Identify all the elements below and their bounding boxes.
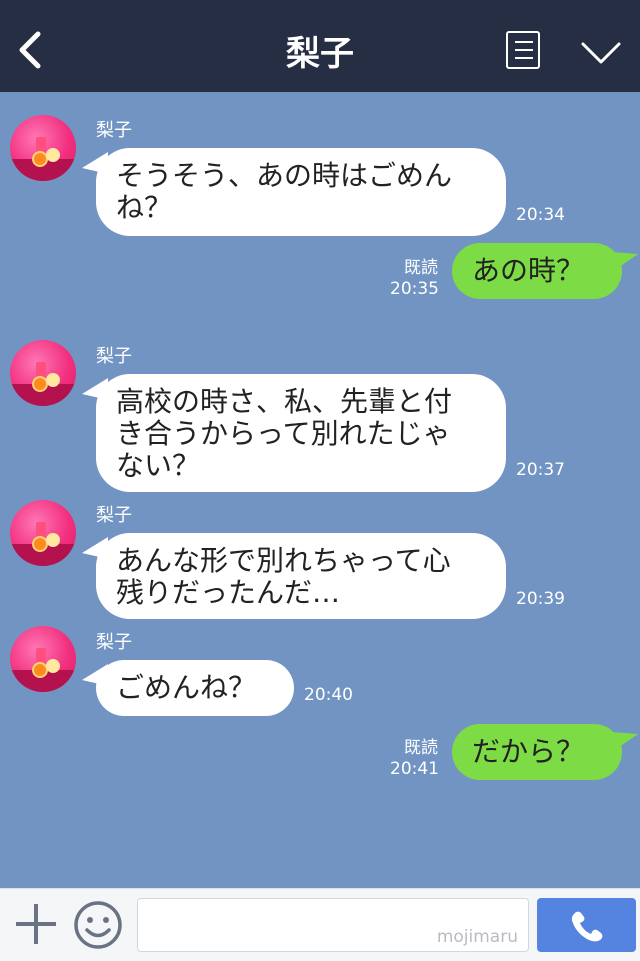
message-time: 20:40: [304, 685, 353, 705]
message-line: ごめんね？: [116, 671, 257, 704]
message-bubble[interactable]: あんな形で別れちゃって心 残りだったんだ…: [96, 533, 506, 619]
read-receipt: 既読 20:41: [390, 738, 439, 780]
message-line: だから？: [472, 735, 585, 768]
bubble-tail: [612, 252, 638, 272]
read-label: 既読: [404, 258, 438, 278]
chat-title: 梨子: [286, 34, 354, 74]
message-line: き合うからって別れたじゃ: [116, 417, 451, 450]
message-bubble[interactable]: 高校の時さ、私、先輩と付 き合うからって別れたじゃ ない？: [96, 374, 506, 492]
avatar[interactable]: [10, 500, 76, 566]
chat-area[interactable]: 梨子 そうそう、あの時はごめん ね？ 20:34 既読 20:35 あの時？ 梨…: [0, 92, 640, 888]
chevron-down-icon[interactable]: [580, 40, 622, 66]
phone-icon: [571, 911, 603, 942]
message-bubble[interactable]: ごめんね？: [96, 660, 294, 716]
message-line: 高校の時さ、私、先輩と付: [116, 385, 453, 418]
smiley-icon[interactable]: [72, 899, 124, 951]
message-line: ない？: [116, 449, 201, 482]
read-receipt: 既読 20:35: [390, 258, 439, 300]
list-menu-icon[interactable]: [506, 31, 540, 69]
message-bubble[interactable]: だから？: [452, 724, 622, 780]
message-time: 20:35: [390, 279, 439, 299]
chat-header: 梨子: [0, 0, 640, 92]
message-line: あんな形で別れちゃって心: [116, 544, 451, 577]
sender-name: 梨子: [96, 505, 132, 526]
message-time: 20:41: [390, 759, 439, 779]
sender-name: 梨子: [96, 346, 132, 367]
read-label: 既読: [404, 738, 438, 758]
watermark: mojimaru: [436, 927, 518, 947]
sender-name: 梨子: [96, 120, 132, 141]
message-bubble[interactable]: そうそう、あの時はごめん ね？: [96, 148, 506, 236]
avatar[interactable]: [10, 115, 76, 181]
bubble-tail: [612, 732, 638, 752]
call-button[interactable]: [537, 898, 636, 952]
message-time: 20:37: [516, 460, 565, 480]
message-line: 残りだったんだ…: [116, 576, 341, 609]
plus-icon[interactable]: [14, 901, 58, 947]
message-time: 20:39: [516, 589, 565, 609]
sender-name: 梨子: [96, 632, 132, 653]
message-line: あの時？: [472, 254, 585, 287]
message-line: ね？: [116, 191, 173, 224]
message-bubble[interactable]: あの時？: [452, 243, 622, 299]
avatar[interactable]: [10, 340, 76, 406]
avatar[interactable]: [10, 626, 76, 692]
input-bar: mojimaru: [0, 888, 640, 961]
message-line: そうそう、あの時はごめん: [116, 159, 453, 192]
message-input[interactable]: mojimaru: [137, 898, 529, 952]
message-time: 20:34: [516, 205, 565, 225]
